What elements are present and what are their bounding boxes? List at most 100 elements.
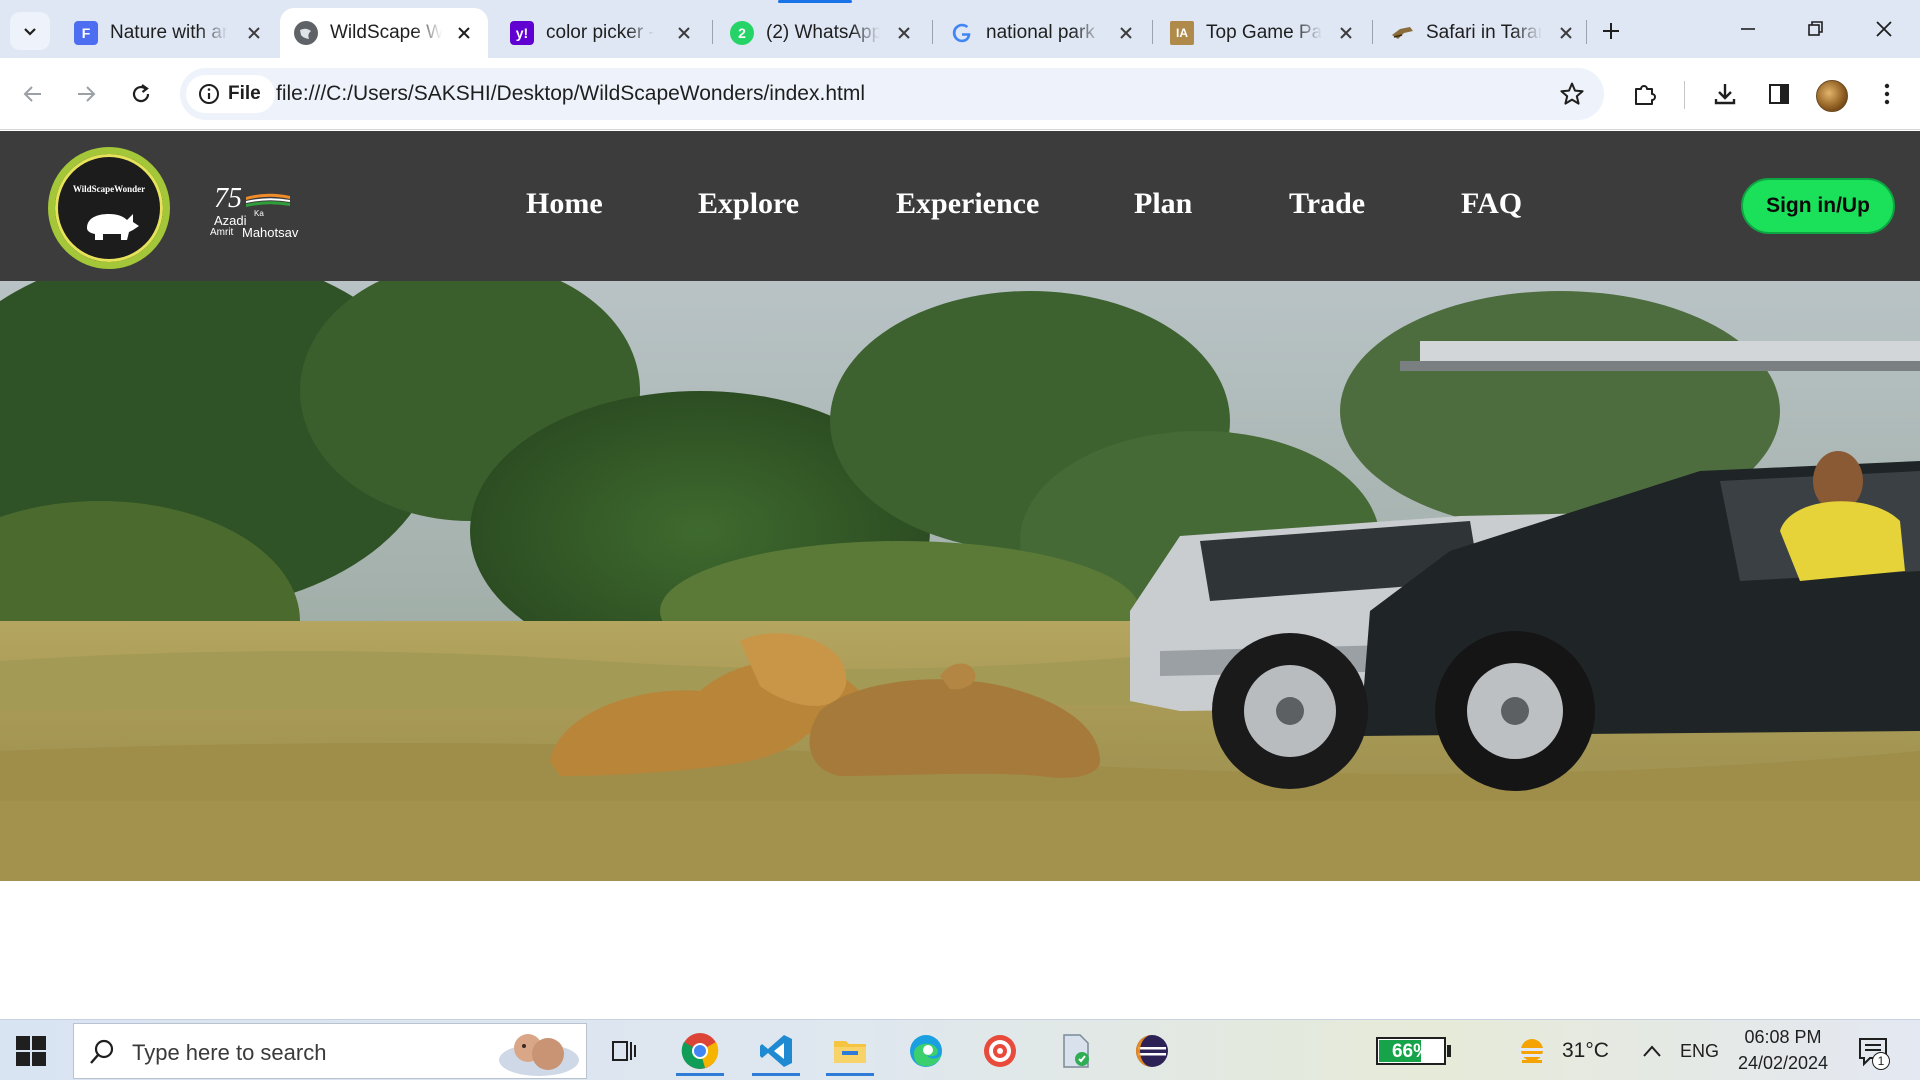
address-bar[interactable]: File file:///C:/Users/SAKSHI/Desktop/Wil… (180, 68, 1604, 120)
weather-temperature[interactable]: 31°C (1562, 1039, 1609, 1063)
target-app-icon (984, 1035, 1016, 1067)
eclipse-icon (1136, 1035, 1168, 1067)
taskbar-eclipse[interactable] (1124, 1026, 1180, 1076)
tab-title: Nature with an (110, 22, 228, 43)
chevron-down-icon (24, 28, 36, 36)
close-icon[interactable] (1114, 21, 1138, 45)
site-info-chip[interactable]: File (186, 75, 275, 113)
weather-haze-icon[interactable] (1516, 1036, 1548, 1068)
notification-count-badge: 1 (1872, 1052, 1890, 1070)
nav-faq[interactable]: FAQ (1461, 187, 1522, 221)
plus-icon (1603, 23, 1619, 39)
input-language[interactable]: ENG (1680, 1041, 1719, 1062)
site-logo[interactable]: WildScapeWonder (48, 147, 170, 269)
tab-separator (1586, 20, 1587, 44)
azadi-ka-amrit-mahotsav-logo: 75 Azadi Ka Amrit Mahotsav (208, 183, 304, 240)
close-icon (1876, 21, 1892, 37)
side-panel-icon (1769, 84, 1789, 104)
download-icon (1714, 84, 1736, 105)
nav-trade[interactable]: Trade (1289, 187, 1365, 221)
tab-color-picker[interactable]: y! color picker - Yahoo (496, 8, 708, 58)
puzzle-icon (1635, 85, 1656, 105)
close-window-button[interactable] (1858, 8, 1910, 50)
clock-time[interactable]: 06:08 PM (1740, 1027, 1826, 1048)
azadi-ka-label: Ka (254, 209, 264, 218)
chevron-up-icon[interactable] (1640, 1040, 1664, 1062)
sign-in-up-button[interactable]: Sign in/Up (1741, 178, 1895, 234)
battery-indicator[interactable]: 66% (1376, 1037, 1446, 1065)
windows-taskbar: Type here to search 66% 31°C ENG 06:08 P… (0, 1019, 1920, 1080)
taskbar-file-explorer[interactable] (822, 1026, 878, 1076)
file-app-icon (1063, 1034, 1089, 1068)
url-text[interactable]: file:///C:/Users/SAKSHI/Desktop/WildScap… (276, 82, 865, 106)
minimize-button[interactable] (1722, 8, 1774, 50)
taskbar-edge[interactable] (898, 1026, 954, 1076)
tab-separator (712, 20, 713, 44)
tab-search-button[interactable] (10, 12, 50, 50)
edge-icon (910, 1035, 942, 1067)
close-icon[interactable] (672, 21, 696, 45)
reload-button[interactable] (120, 73, 162, 115)
taskbar-vscode[interactable] (748, 1026, 804, 1076)
tab-nature[interactable]: F Nature with an (60, 8, 278, 58)
nav-home[interactable]: Home (526, 187, 603, 221)
bookmark-button[interactable] (1554, 76, 1590, 112)
close-icon[interactable] (1334, 21, 1358, 45)
nav-plan[interactable]: Plan (1134, 187, 1192, 221)
tab-title: Top Game Park (1206, 22, 1322, 43)
taskbar-search-box[interactable]: Type here to search (73, 1023, 587, 1079)
amrit-label: Amrit (210, 227, 234, 238)
tab-whatsapp[interactable]: 2 (2) WhatsApp (716, 8, 928, 58)
info-icon (199, 84, 219, 104)
taskbar-chrome[interactable] (672, 1026, 728, 1076)
task-view-icon (612, 1041, 636, 1061)
tab-top-game-park[interactable]: IA Top Game Park (1156, 8, 1370, 58)
side-panel-button[interactable] (1758, 73, 1800, 115)
profile-avatar[interactable] (1816, 80, 1848, 112)
azadi-number: 75 (214, 183, 242, 214)
menu-button[interactable] (1866, 73, 1908, 115)
vscode-icon (760, 1035, 792, 1067)
close-icon[interactable] (242, 21, 266, 45)
clock-date[interactable]: 24/02/2024 (1734, 1053, 1832, 1074)
taskbar-target-app[interactable] (972, 1026, 1028, 1076)
document-icon: F (74, 21, 98, 45)
tab-safari[interactable]: Safari in Taran (1376, 8, 1590, 58)
tab-title: Safari in Taran (1426, 22, 1542, 43)
close-icon[interactable] (892, 21, 916, 45)
nav-explore[interactable]: Explore (698, 187, 799, 221)
more-vertical-icon (1884, 83, 1890, 105)
globe-icon (294, 21, 318, 45)
extensions-button[interactable] (1624, 73, 1666, 115)
taskbar-file-app[interactable] (1048, 1026, 1104, 1076)
safari-bird-icon (1390, 21, 1414, 45)
browser-toolbar: File file:///C:/Users/SAKSHI/Desktop/Wil… (0, 58, 1920, 130)
forward-button[interactable] (65, 73, 107, 115)
tab-wildscape[interactable]: WildScape Wonders (280, 8, 488, 58)
ia-icon: IA (1170, 21, 1194, 45)
tab-separator (1152, 20, 1153, 44)
reload-icon (132, 84, 150, 103)
close-icon[interactable] (452, 21, 476, 45)
battery-percent: 66% (1391, 1041, 1431, 1062)
arrow-right-icon (78, 86, 96, 102)
new-tab-button[interactable] (1594, 14, 1628, 48)
windows-start-icon[interactable] (14, 1034, 48, 1068)
nav-experience[interactable]: Experience (896, 187, 1039, 221)
search-placeholder: Type here to search (132, 1040, 327, 1065)
restore-button[interactable] (1790, 8, 1842, 50)
tab-loading-indicator (778, 0, 852, 3)
tab-national-park[interactable]: national park in (936, 8, 1150, 58)
yahoo-icon: y! (510, 21, 534, 45)
battery-tip (1447, 1045, 1451, 1057)
back-button[interactable] (12, 73, 54, 115)
hero-banner-image (0, 281, 1920, 881)
file-explorer-icon (834, 1041, 866, 1063)
task-view-button[interactable] (596, 1026, 652, 1076)
logo-text: WildScapeWonder (72, 184, 146, 194)
downloads-button[interactable] (1704, 73, 1746, 115)
tab-title: (2) WhatsApp (766, 22, 880, 43)
toolbar-separator (1684, 81, 1685, 109)
search-icon (90, 1039, 114, 1064)
close-icon[interactable] (1554, 21, 1578, 45)
